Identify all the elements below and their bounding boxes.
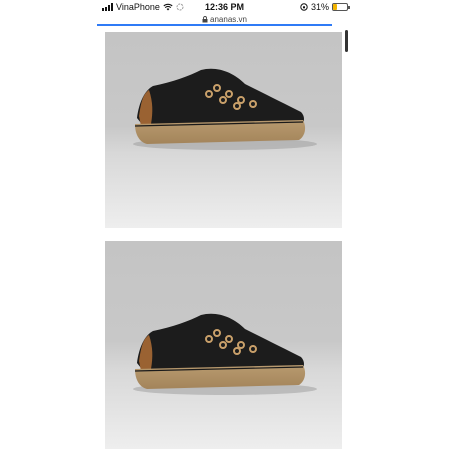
- lock-icon: [202, 16, 208, 23]
- product-image[interactable]: [105, 241, 342, 449]
- status-bar: VinaPhone 12:36 PM 31%: [0, 0, 449, 14]
- scrollbar[interactable]: [345, 30, 348, 52]
- battery-icon: [332, 3, 351, 11]
- status-time: 12:36 PM: [204, 2, 245, 12]
- page-load-progress: [97, 24, 332, 26]
- sneaker-image: [133, 68, 317, 150]
- battery-level: [333, 4, 338, 10]
- sneaker-image: [133, 313, 317, 395]
- orientation-lock-icon: [300, 3, 308, 11]
- battery-percent: 31%: [311, 2, 330, 12]
- product-image[interactable]: [105, 32, 342, 228]
- status-right: 31%: [300, 2, 351, 12]
